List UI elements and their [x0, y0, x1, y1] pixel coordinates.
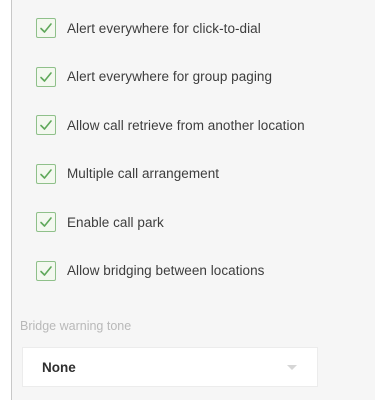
option-enable-call-park[interactable]: Enable call park: [36, 210, 375, 234]
checkmark-icon: [40, 266, 52, 276]
option-alert-group-paging[interactable]: Alert everywhere for group paging: [36, 65, 375, 89]
option-allow-call-retrieve[interactable]: Allow call retrieve from another locatio…: [36, 113, 375, 137]
option-label: Alert everywhere for group paging: [67, 69, 273, 85]
checkmark-icon: [40, 217, 52, 228]
option-label: Alert everywhere for click-to-dial: [67, 20, 261, 36]
enable-call-park-checkbox[interactable]: [36, 212, 56, 233]
bridge-warning-tone-value: None: [42, 359, 76, 375]
allow-call-retrieve-checkbox[interactable]: [36, 115, 56, 136]
allow-bridging-checkbox[interactable]: [36, 260, 56, 281]
bridge-warning-tone-label: Bridge warning tone: [20, 319, 132, 333]
checkmark-icon: [40, 23, 52, 33]
option-allow-bridging[interactable]: Allow bridging between locations: [36, 259, 375, 283]
call-options-list: Alert everywhere for click-to-dial Alert…: [36, 16, 375, 308]
multiple-call-arrangement-checkbox[interactable]: [36, 163, 56, 184]
option-alert-click-to-dial[interactable]: Alert everywhere for click-to-dial: [36, 16, 375, 40]
call-settings-panel: Alert everywhere for click-to-dial Alert…: [11, 0, 375, 400]
bridge-warning-tone-select[interactable]: None: [22, 347, 318, 387]
checkmark-icon: [40, 71, 52, 82]
option-label: Multiple call arrangement: [67, 166, 220, 182]
option-multiple-call-arrangement[interactable]: Multiple call arrangement: [36, 162, 375, 186]
option-label: Allow call retrieve from another locatio…: [67, 117, 305, 133]
checkmark-icon: [40, 168, 52, 179]
chevron-down-icon[interactable]: [287, 365, 297, 370]
alert-click-to-dial-checkbox[interactable]: [36, 18, 56, 38]
option-label: Enable call park: [67, 214, 164, 230]
alert-group-paging-checkbox[interactable]: [36, 66, 56, 87]
checkmark-icon: [40, 120, 52, 130]
option-label: Allow bridging between locations: [67, 263, 265, 279]
